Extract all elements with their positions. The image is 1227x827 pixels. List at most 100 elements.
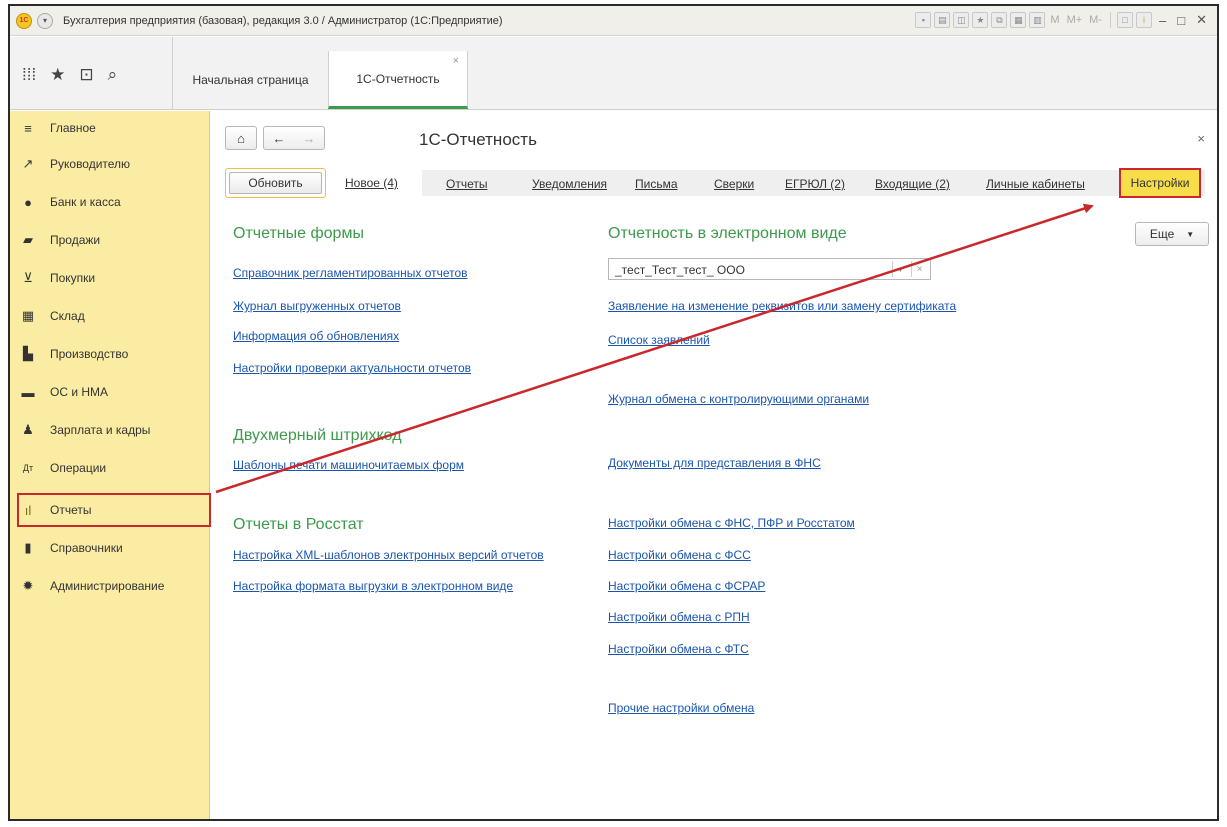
sidebar-item-warehouse[interactable]: ▦ Склад [20, 304, 205, 328]
sidebar-item-label: Администрирование [50, 579, 165, 593]
factory-icon: ▙ [23, 346, 33, 361]
tab-home-label: Начальная страница [192, 73, 309, 87]
apps-grid-icon[interactable]: ⁞⁞⁞ [22, 65, 36, 85]
sidebar-item-label: Производство [50, 347, 129, 361]
sidebar-item-label: Банк и касса [50, 195, 121, 209]
person-icon: ♟ [22, 422, 34, 437]
history-icon[interactable]: ⊡ [79, 65, 93, 85]
favorites-star-icon[interactable]: ★ [50, 65, 65, 85]
sidebar-item-sales[interactable]: ▰ Продажи [20, 228, 205, 252]
link-xml-templates-settings[interactable]: Настройка XML-шаблонов электронных верси… [233, 548, 544, 562]
sidebar-item-production[interactable]: ▙ Производство [20, 342, 205, 366]
link-reg-reports-directory[interactable]: Справочник регламентированных отчетов [233, 266, 468, 280]
main-menu-button[interactable]: ▾ [37, 12, 53, 29]
link-exchange-journal[interactable]: Журнал обмена с контролирующими органами [608, 392, 869, 406]
tab-bar: ⁞⁞⁞ ★ ⊡ ⌕ Начальная страница 1С-Отчетнос… [10, 37, 1217, 110]
link-fns-pfr-rosstat-exchange[interactable]: Настройки обмена с ФНС, ПФР и Росстатом [608, 516, 855, 530]
organization-value: _тест_Тест_тест_ ООО [615, 263, 745, 277]
window-layout-icon[interactable]: □ [1117, 12, 1133, 28]
tab-1c-reporting[interactable]: 1С-Отчетность × [328, 51, 468, 109]
chevron-down-icon: ▼ [1186, 229, 1195, 239]
link-fsrar-exchange[interactable]: Настройки обмена с ФСРАР [608, 579, 765, 593]
dropdown-arrow-icon[interactable]: ▾ [892, 261, 908, 277]
more-button[interactable]: Еще ▼ [1135, 222, 1209, 246]
tab-home[interactable]: Начальная страница [173, 51, 328, 109]
preview-icon[interactable]: ◫ [953, 12, 970, 28]
link-requisites-change-application[interactable]: Заявление на изменение реквизитов или за… [608, 299, 956, 313]
link-rpn-exchange[interactable]: Настройки обмена с РПН [608, 610, 750, 624]
ruble-icon: ● [24, 194, 32, 210]
print-icon[interactable]: ▤ [934, 12, 951, 28]
forward-arrow-icon[interactable]: → [294, 131, 324, 146]
minimize-button[interactable]: ‒ [1155, 13, 1170, 28]
memory-minus-button[interactable]: M- [1087, 14, 1104, 26]
more-label: Еще [1149, 227, 1175, 241]
sidebar-item-label: ОС и НМА [50, 385, 109, 399]
link-personal-cabinets[interactable]: Личные кабинеты [986, 177, 1085, 191]
tab-1c-reporting-label: 1С-Отчетность [356, 71, 440, 86]
link-icon[interactable]: ⧉ [991, 12, 1008, 28]
link-update-info[interactable]: Информация об обновлениях [233, 329, 399, 343]
sidebar-item-directories[interactable]: ▮ Справочники [20, 536, 205, 560]
warehouse-icon: ▦ [21, 308, 35, 323]
maximize-button[interactable]: □ [1173, 13, 1189, 28]
calculator-icon[interactable]: ▦ [1010, 12, 1027, 28]
sidebar-item-salary[interactable]: ♟ Зарплата и кадры [20, 418, 205, 442]
sidebar-item-bank[interactable]: ● Банк и касса [20, 190, 205, 214]
toolbar-divider [1110, 12, 1111, 28]
memory-plus-button[interactable]: M+ [1065, 14, 1085, 26]
search-icon[interactable]: ⌕ [108, 65, 118, 85]
close-form-icon[interactable]: × [1197, 131, 1205, 146]
home-button[interactable]: ⌂ [225, 126, 257, 150]
app-logo-icon[interactable]: 1С [16, 12, 32, 29]
home-icon: ⌂ [237, 130, 245, 146]
organization-select[interactable]: _тест_Тест_тест_ ООО ▾ × [608, 258, 931, 280]
favorite-icon[interactable]: ★ [972, 12, 989, 28]
calendar-icon[interactable]: ▥ [1029, 12, 1046, 28]
info-icon[interactable]: i [1136, 12, 1152, 28]
sections-sidebar: ≡ Главное ↗ Руководителю ● Банк и касса … [10, 111, 211, 819]
link-letters[interactable]: Письма [635, 177, 678, 191]
back-arrow-icon[interactable]: ← [264, 131, 294, 146]
app-window: 1С ▾ Бухгалтерия предприятия (базовая), … [8, 4, 1219, 821]
truck-icon: ▬ [21, 384, 35, 400]
sidebar-item-assets[interactable]: ▬ ОС и НМА [20, 380, 205, 404]
title-toolbar: ▪ ▤ ◫ ★ ⧉ ▦ ▥ M M+ M- □ i ‒ □ ✕ [915, 12, 1211, 28]
clear-icon[interactable]: × [911, 261, 927, 277]
sidebar-item-label: Продажи [50, 233, 101, 247]
refresh-button[interactable]: Обновить [229, 172, 322, 194]
settings-button[interactable]: Настройки [1119, 168, 1201, 198]
link-relevance-check-settings[interactable]: Настройки проверки актуальности отчетов [233, 361, 471, 375]
link-notifications[interactable]: Уведомления [532, 177, 607, 191]
sidebar-item-operations[interactable]: Дт Операции [20, 456, 205, 480]
section-title-forms: Отчетные формы [233, 225, 364, 242]
link-applications-list[interactable]: Список заявлений [608, 333, 710, 347]
sidebar-item-purchases[interactable]: ⊻ Покупки [20, 266, 205, 290]
memory-button[interactable]: M [1048, 14, 1061, 26]
link-export-format-settings[interactable]: Настройка формата выгрузки в электронном… [233, 579, 513, 593]
sidebar-item-administration[interactable]: ✹ Администрирование [20, 574, 205, 598]
link-egrul[interactable]: ЕГРЮЛ (2) [785, 177, 845, 191]
link-fns-documents[interactable]: Документы для представления в ФНС [608, 456, 821, 470]
link-fts-exchange[interactable]: Настройки обмена с ФТС [608, 642, 749, 656]
close-window-button[interactable]: ✕ [1192, 12, 1211, 28]
sidebar-item-label: Руководителю [50, 157, 131, 171]
link-machine-readable-templates[interactable]: Шаблоны печати машиночитаемых форм [233, 458, 464, 472]
link-reconciliations[interactable]: Сверки [714, 177, 754, 191]
save-icon[interactable]: ▪ [915, 12, 932, 28]
link-incoming[interactable]: Входящие (2) [875, 177, 950, 191]
link-fss-exchange[interactable]: Настройки обмена с ФСС [608, 548, 751, 562]
sidebar-item-label: Справочники [50, 541, 123, 555]
main-content: ⌂ ← → 1С-Отчетность × Обновить Новое (4)… [211, 111, 1217, 819]
sidebar-item-main[interactable]: ≡ Главное [20, 116, 205, 140]
window-title: Бухгалтерия предприятия (базовая), редак… [63, 14, 503, 27]
section-title-electronic: Отчетность в электронном виде [608, 225, 847, 242]
refresh-button-focus: Обновить [225, 168, 326, 198]
link-reports[interactable]: Отчеты [446, 177, 487, 191]
link-other-exchange-settings[interactable]: Прочие настройки обмена [608, 701, 754, 715]
new-link[interactable]: Новое (4) [345, 176, 398, 190]
sidebar-item-label: Зарплата и кадры [50, 423, 151, 437]
link-exported-reports-journal[interactable]: Журнал выгруженных отчетов [233, 299, 401, 313]
tab-close-icon[interactable]: × [453, 55, 459, 67]
sidebar-item-manager[interactable]: ↗ Руководителю [20, 152, 205, 176]
